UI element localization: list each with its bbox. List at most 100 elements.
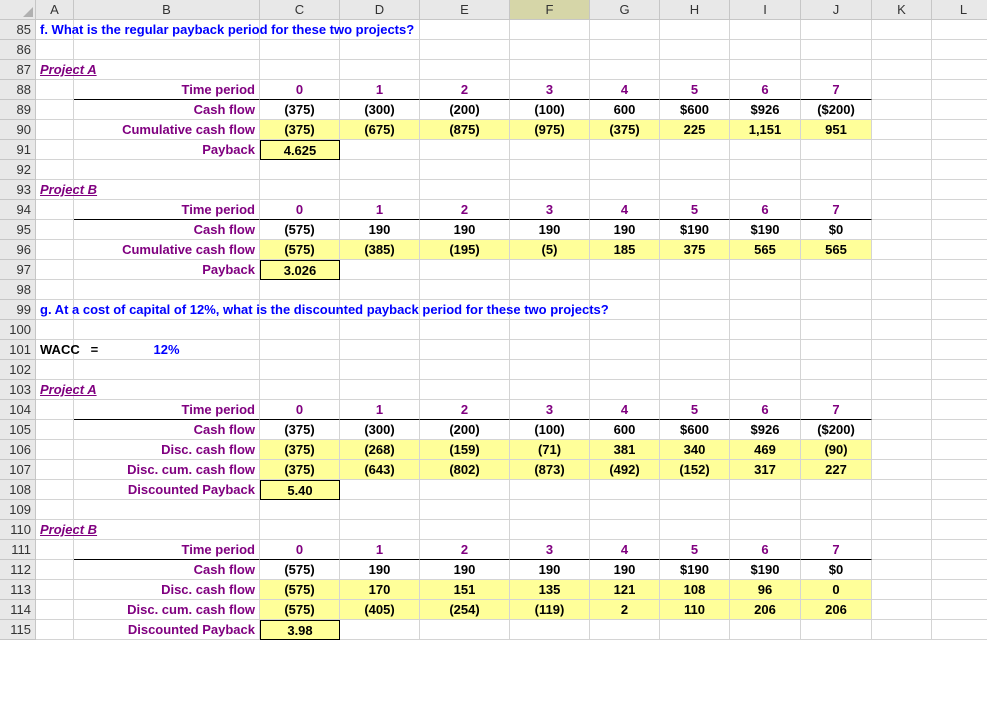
cell[interactable] xyxy=(932,560,987,580)
cell[interactable] xyxy=(340,360,420,380)
cell[interactable] xyxy=(340,320,420,340)
cell[interactable] xyxy=(872,300,932,320)
cell[interactable] xyxy=(801,620,872,640)
cell[interactable]: 6 xyxy=(730,200,801,220)
cell[interactable]: (5) xyxy=(510,240,590,260)
cell[interactable]: (873) xyxy=(510,460,590,480)
label-disc-cash-flow[interactable]: Disc. cash flow xyxy=(74,440,260,460)
label-payback[interactable]: Payback xyxy=(74,260,260,280)
cell[interactable] xyxy=(510,500,590,520)
row-header-102[interactable]: 102 xyxy=(0,360,36,380)
cell[interactable] xyxy=(932,480,987,500)
cell[interactable] xyxy=(872,560,932,580)
cell[interactable] xyxy=(660,20,730,40)
cell[interactable] xyxy=(590,320,660,340)
cell[interactable] xyxy=(36,120,74,140)
cell[interactable] xyxy=(801,160,872,180)
cell[interactable] xyxy=(932,460,987,480)
cell[interactable]: (375) xyxy=(260,120,340,140)
cell[interactable] xyxy=(590,380,660,400)
cell[interactable] xyxy=(260,280,340,300)
row-header-96[interactable]: 96 xyxy=(0,240,36,260)
cell[interactable] xyxy=(872,80,932,100)
cell[interactable] xyxy=(932,240,987,260)
cell[interactable] xyxy=(730,60,801,80)
cell[interactable] xyxy=(510,620,590,640)
cell[interactable] xyxy=(872,120,932,140)
cell[interactable] xyxy=(420,260,510,280)
cell[interactable]: 3 xyxy=(510,80,590,100)
label-discounted-payback[interactable]: Discounted Payback xyxy=(74,480,260,500)
cell[interactable] xyxy=(801,40,872,60)
cell[interactable]: 206 xyxy=(801,600,872,620)
cell[interactable]: 317 xyxy=(730,460,801,480)
cell[interactable]: 190 xyxy=(510,560,590,580)
col-header-B[interactable]: B xyxy=(74,0,260,20)
cell[interactable]: (300) xyxy=(340,420,420,440)
cell[interactable] xyxy=(801,520,872,540)
cell[interactable]: (643) xyxy=(340,460,420,480)
cell[interactable]: 7 xyxy=(801,80,872,100)
cell[interactable] xyxy=(510,340,590,360)
cell[interactable] xyxy=(260,360,340,380)
cell[interactable]: 4 xyxy=(590,200,660,220)
row-header-105[interactable]: 105 xyxy=(0,420,36,440)
cell[interactable] xyxy=(420,160,510,180)
cell[interactable]: (152) xyxy=(660,460,730,480)
cell[interactable] xyxy=(872,600,932,620)
cell[interactable] xyxy=(340,40,420,60)
row-header-112[interactable]: 112 xyxy=(0,560,36,580)
cell[interactable] xyxy=(932,520,987,540)
cell[interactable] xyxy=(872,360,932,380)
col-header-A[interactable]: A xyxy=(36,0,74,20)
row-header-113[interactable]: 113 xyxy=(0,580,36,600)
cell[interactable] xyxy=(590,340,660,360)
col-header-F[interactable]: F xyxy=(510,0,590,20)
cell[interactable] xyxy=(801,320,872,340)
label-disc-cum-cash-flow[interactable]: Disc. cum. cash flow xyxy=(74,600,260,620)
cell[interactable] xyxy=(801,360,872,380)
cell[interactable]: 190 xyxy=(420,220,510,240)
cell[interactable] xyxy=(932,260,987,280)
cell[interactable] xyxy=(36,40,74,60)
cell[interactable] xyxy=(872,460,932,480)
payback-b-value[interactable]: 3.026 xyxy=(260,260,340,280)
cell[interactable] xyxy=(730,160,801,180)
cell[interactable]: (375) xyxy=(260,420,340,440)
cell[interactable]: (675) xyxy=(340,120,420,140)
cell[interactable]: 190 xyxy=(340,560,420,580)
cell[interactable] xyxy=(932,400,987,420)
cell[interactable] xyxy=(801,140,872,160)
cell[interactable]: 0 xyxy=(801,580,872,600)
cell[interactable]: 1 xyxy=(340,400,420,420)
cell[interactable] xyxy=(730,320,801,340)
cell[interactable] xyxy=(801,380,872,400)
cell[interactable]: (875) xyxy=(420,120,510,140)
cell[interactable] xyxy=(660,280,730,300)
cell[interactable] xyxy=(660,480,730,500)
cell[interactable]: 121 xyxy=(590,580,660,600)
cell[interactable] xyxy=(36,500,74,520)
cell[interactable] xyxy=(36,140,74,160)
cell[interactable] xyxy=(872,380,932,400)
row-header-86[interactable]: 86 xyxy=(0,40,36,60)
cell[interactable]: $190 xyxy=(730,220,801,240)
cell[interactable]: 6 xyxy=(730,400,801,420)
cell[interactable]: 3 xyxy=(510,400,590,420)
cell[interactable] xyxy=(660,300,730,320)
cell[interactable] xyxy=(36,420,74,440)
cell[interactable] xyxy=(590,480,660,500)
cell[interactable] xyxy=(932,80,987,100)
cell[interactable]: 469 xyxy=(730,440,801,460)
cell[interactable] xyxy=(420,520,510,540)
row-header-89[interactable]: 89 xyxy=(0,100,36,120)
row-header-111[interactable]: 111 xyxy=(0,540,36,560)
project-b-header[interactable]: Project B xyxy=(36,180,74,200)
cell[interactable] xyxy=(932,600,987,620)
cell[interactable]: 7 xyxy=(801,540,872,560)
cell[interactable] xyxy=(872,400,932,420)
cell[interactable]: 381 xyxy=(590,440,660,460)
cell[interactable] xyxy=(932,440,987,460)
disc-payback-a-value[interactable]: 5.40 xyxy=(260,480,340,500)
cell[interactable] xyxy=(730,500,801,520)
